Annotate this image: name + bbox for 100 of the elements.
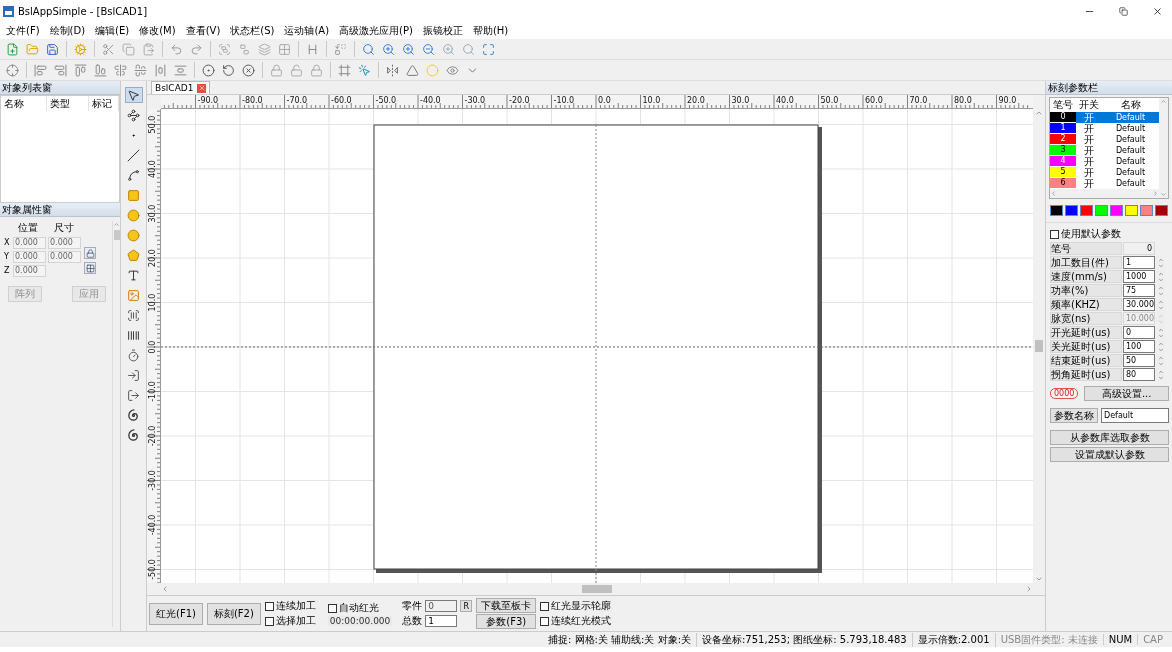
menu-item[interactable]: 振镜校正 [422, 23, 463, 38]
column-header[interactable]: 笔号 [1050, 98, 1076, 112]
color-swatch[interactable] [1095, 205, 1108, 216]
column-header[interactable]: 标记 [89, 96, 119, 111]
param-field[interactable]: 50 [1123, 354, 1155, 367]
column-header[interactable]: 名称 [1, 96, 47, 111]
toolbar-button[interactable] [112, 61, 129, 79]
scroll-thumb[interactable] [582, 585, 612, 593]
reset-button[interactable]: R [460, 600, 473, 612]
advanced-settings-button[interactable]: 高级设置... [1084, 386, 1169, 401]
toolbar-button[interactable] [132, 61, 149, 79]
column-header[interactable]: 开关 [1076, 98, 1102, 112]
toolbar-button[interactable] [288, 61, 305, 79]
param-field[interactable]: 80 [1123, 368, 1155, 381]
pen-row[interactable]: 2 开 Default [1050, 134, 1159, 145]
anchor-button[interactable] [84, 262, 96, 274]
app-icon [3, 5, 14, 17]
color-swatch[interactable] [1050, 205, 1063, 216]
horizontal-scrollbar[interactable] [1050, 189, 1159, 198]
column-header[interactable]: 名称 [1102, 98, 1159, 112]
download-button[interactable]: 下载至板卡 [476, 598, 537, 613]
menu-item[interactable]: 查看(V) [185, 23, 221, 38]
param-field[interactable]: 30.000 [1123, 298, 1155, 311]
ruler-label: -10.0 [148, 381, 157, 402]
position-field[interactable]: 0.000 [13, 264, 46, 277]
param-label: 脉宽(ns) [1050, 312, 1122, 325]
param-name-button[interactable]: 参数名称 [1050, 408, 1098, 423]
total-field[interactable]: 1 [425, 615, 458, 627]
menu-item[interactable]: 状态栏(S) [230, 23, 275, 38]
axis-label: X [4, 238, 11, 247]
size-field[interactable]: 0.000 [48, 236, 81, 249]
param-label: 结束延时(us) [1050, 354, 1122, 367]
pen-row[interactable]: 5 开 Default [1050, 167, 1159, 178]
params-button[interactable]: 参数(F3) [476, 614, 537, 629]
checkbox[interactable]: 红光显示轮廓 [540, 599, 612, 613]
scroll-thumb[interactable] [113, 230, 120, 240]
scroll-thumb[interactable] [1035, 340, 1043, 352]
pen-row[interactable]: 1 开 Default [1050, 123, 1159, 134]
pen-color-cell: 1 [1050, 123, 1076, 134]
param-field[interactable]: 0 [1123, 242, 1155, 255]
toolbar-button[interactable] [72, 40, 89, 58]
toolbar-button[interactable] [240, 61, 257, 79]
polygon-icon [127, 248, 140, 262]
tool-button[interactable] [124, 87, 143, 103]
color-swatch[interactable] [1065, 205, 1078, 216]
param-field[interactable]: 1 [1123, 256, 1155, 269]
pen-color-cell: 4 [1050, 156, 1076, 167]
pen-row[interactable]: 3 开 Default [1050, 145, 1159, 156]
position-field[interactable]: 0.000 [13, 236, 46, 249]
menu-item[interactable]: 绘制(D) [49, 23, 86, 38]
toolbar-button[interactable] [120, 40, 137, 58]
toolbar-button[interactable] [256, 40, 273, 58]
color-swatch[interactable] [1125, 205, 1138, 216]
menu-item[interactable]: 高级激光应用(P) [339, 23, 413, 38]
color-swatch[interactable] [1155, 205, 1168, 216]
toolbar-button[interactable] [268, 61, 285, 79]
lock-button[interactable] [84, 247, 96, 259]
param-label: 速度(mm/s) [1050, 270, 1122, 283]
color-swatch[interactable] [1080, 205, 1093, 216]
param-field[interactable]: 1000 [1123, 270, 1155, 283]
param-field[interactable]: 100 [1123, 340, 1155, 353]
size-field[interactable]: 0.000 [48, 250, 81, 263]
tool-button[interactable] [124, 107, 143, 123]
param-field[interactable]: 75 [1123, 284, 1155, 297]
toolbar-button[interactable] [308, 61, 325, 79]
drawing-canvas[interactable] [161, 109, 1033, 583]
pen-row[interactable]: 6 开 Default [1050, 178, 1159, 189]
document-tab[interactable]: BslCAD1 [151, 81, 211, 94]
toolbar-button[interactable] [384, 61, 401, 79]
pen-row[interactable]: 0 开 Default [1050, 112, 1159, 123]
action-button[interactable]: 红光(F1) [149, 602, 203, 625]
table-cell-text: Default [1114, 123, 1147, 134]
param-name-field[interactable]: Default [1101, 408, 1169, 423]
toolbar-button[interactable] [200, 61, 217, 79]
color-swatch[interactable] [1140, 205, 1153, 216]
menu-item[interactable]: 帮助(H) [472, 23, 509, 38]
checkbox[interactable]: 使用默认参数 [1050, 227, 1169, 241]
checkbox[interactable]: 自动红光 [327, 601, 393, 615]
checkbox[interactable]: 选择加工 [264, 614, 316, 628]
table-cell-text: 开 [1083, 134, 1095, 145]
checkbox[interactable]: 连续加工 [264, 599, 316, 613]
menu-item[interactable]: 修改(M) [139, 23, 176, 38]
color-swatch[interactable] [1110, 205, 1123, 216]
param-field[interactable]: 0 [1123, 326, 1155, 339]
menu-item[interactable]: 编辑(E) [95, 23, 130, 38]
parts-field[interactable]: 0 [425, 600, 458, 612]
pen-row[interactable]: 4 开 Default [1050, 156, 1159, 167]
menu-item[interactable]: 运动轴(A) [284, 23, 330, 38]
load-params-button[interactable]: 从参数库选取参数 [1050, 430, 1169, 445]
circle-x-icon [242, 63, 255, 77]
column-header[interactable]: 类型 [47, 96, 89, 111]
set-default-button[interactable]: 设置成默认参数 [1050, 447, 1169, 462]
position-field[interactable]: 0.000 [13, 250, 46, 263]
toolbar-button[interactable] [72, 61, 89, 79]
menu-item[interactable]: 文件(F) [6, 23, 40, 38]
action-button[interactable]: 标刻(F2) [206, 602, 261, 625]
toolbar-button[interactable] [92, 61, 109, 79]
toolbar-button[interactable] [4, 61, 21, 79]
copy-icon [122, 42, 135, 56]
checkbox[interactable]: 连续红光模式 [540, 614, 612, 628]
